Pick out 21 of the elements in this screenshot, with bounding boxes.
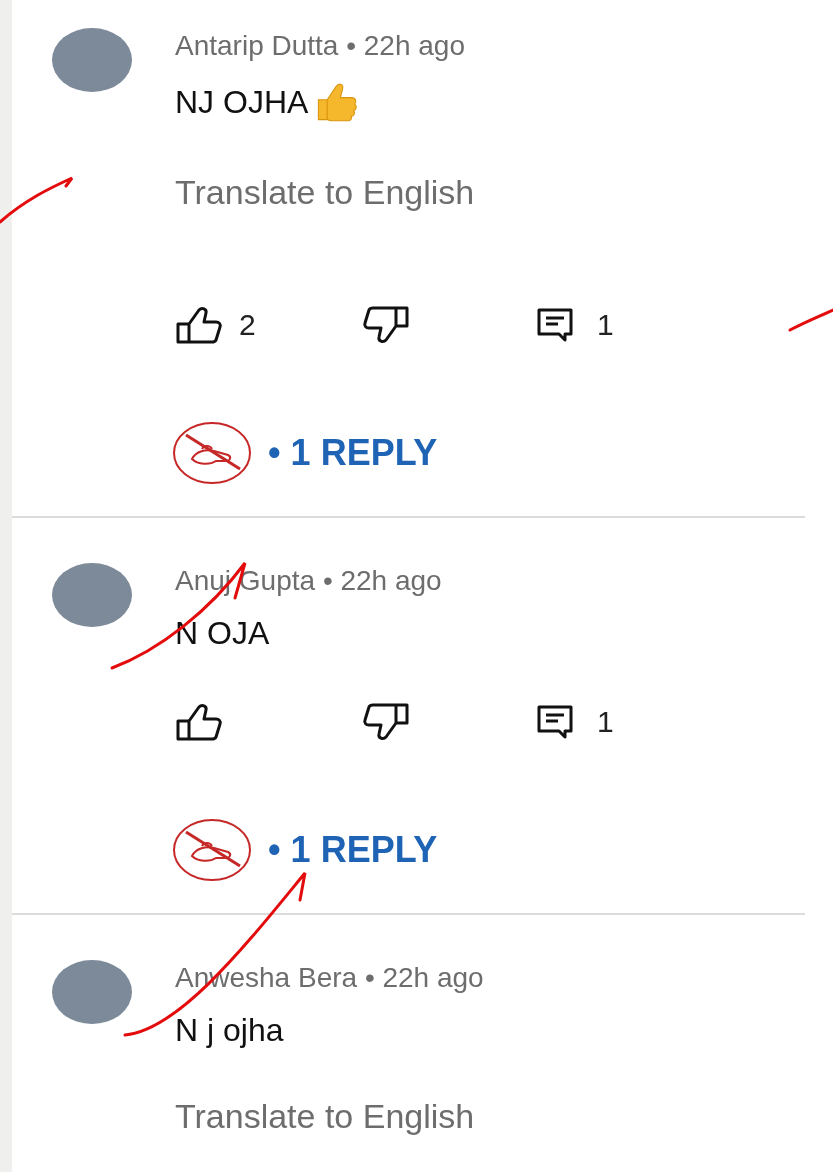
translate-link[interactable]: Translate to English: [175, 1096, 475, 1136]
translate-link[interactable]: Translate to English: [175, 172, 475, 212]
crossed-hand-icon: [172, 421, 252, 485]
thumbs-up-icon[interactable]: [175, 305, 223, 345]
ink-stroke: [788, 308, 833, 332]
thumbs-down-icon[interactable]: [362, 305, 410, 345]
view-replies-link[interactable]: • 1 REPLY: [268, 829, 438, 871]
like-count: 2: [239, 308, 256, 342]
crossed-hand-icon: [172, 818, 252, 882]
view-replies-link[interactable]: • 1 REPLY: [268, 432, 438, 474]
comment-icon[interactable]: [537, 705, 573, 739]
thumbs-up-icon[interactable]: [175, 702, 223, 742]
comment-text: N j ojha: [175, 1012, 284, 1048]
comment-icon[interactable]: [537, 308, 573, 342]
comment-meta: Anuj Gupta • 22h ago: [175, 564, 442, 598]
comment-text: NJ OJHA: [175, 84, 309, 120]
reply-count: 1: [597, 308, 614, 342]
comment-text: N OJA: [175, 615, 270, 651]
comment-meta: Antarip Dutta • 22h ago: [175, 29, 465, 63]
thumbs-down-icon[interactable]: [362, 702, 410, 742]
reply-count: 1: [597, 705, 614, 739]
